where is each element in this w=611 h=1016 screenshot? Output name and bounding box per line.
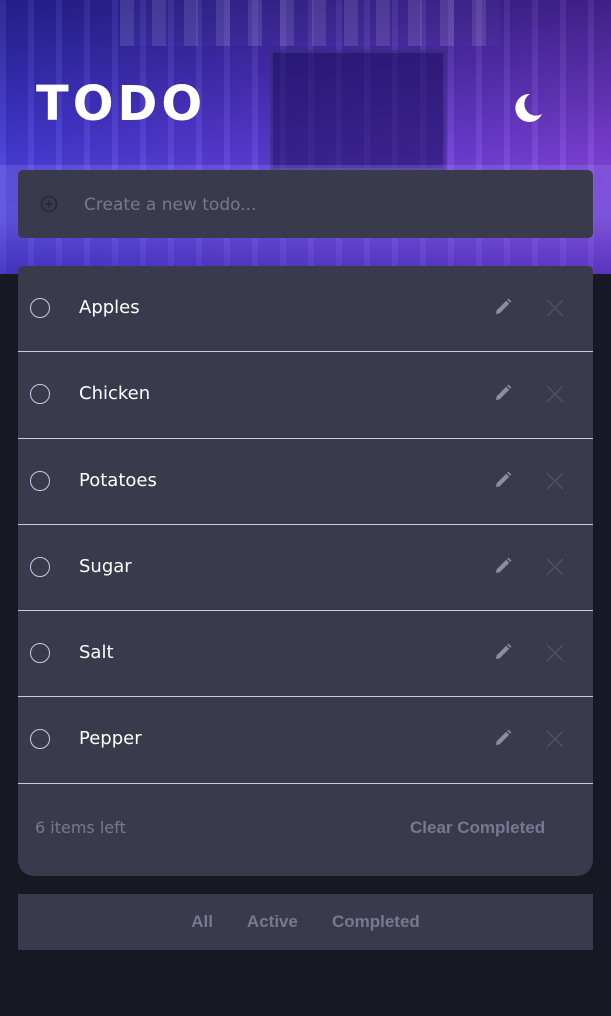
todo-label: Salt <box>79 642 114 664</box>
new-todo-input[interactable] <box>82 184 566 226</box>
add-circle-icon[interactable] <box>40 195 58 213</box>
pencil-icon[interactable] <box>493 297 513 317</box>
filter-all-button[interactable]: All <box>191 912 213 932</box>
close-icon[interactable] <box>545 384 565 404</box>
close-icon[interactable] <box>545 643 565 663</box>
header-image-doorway <box>270 50 446 171</box>
check-circle-icon[interactable] <box>30 298 50 318</box>
check-circle-icon[interactable] <box>30 729 50 750</box>
todo-label: Potatoes <box>79 469 157 491</box>
filter-active-button[interactable]: Active <box>247 912 298 932</box>
items-left-counter: 6 items left <box>35 818 126 837</box>
todo-item: Sugar <box>18 525 593 612</box>
pencil-icon[interactable] <box>493 556 513 576</box>
todo-item: Potatoes <box>18 439 593 525</box>
check-circle-icon[interactable] <box>30 384 50 405</box>
close-icon[interactable] <box>545 729 565 749</box>
todo-item: Pepper <box>18 697 593 784</box>
page-title: TODO <box>36 76 207 132</box>
todo-label: Chicken <box>79 383 151 405</box>
header-image-ceiling <box>120 0 500 46</box>
pencil-icon[interactable] <box>493 470 513 490</box>
pencil-icon[interactable] <box>493 383 513 403</box>
list-footer: 6 items left Clear Completed <box>18 784 593 876</box>
check-circle-icon[interactable] <box>30 556 50 577</box>
close-icon[interactable] <box>545 471 565 491</box>
clear-completed-button[interactable]: Clear Completed <box>410 814 570 842</box>
theme-toggle-button[interactable] <box>508 88 548 128</box>
filter-bar: All Active Completed <box>18 894 593 950</box>
filter-completed-button[interactable]: Completed <box>332 912 420 932</box>
todo-label: Apples <box>79 297 140 318</box>
check-circle-icon[interactable] <box>30 470 50 491</box>
pencil-icon[interactable] <box>493 642 513 662</box>
close-icon[interactable] <box>545 557 565 577</box>
todo-item: Salt <box>18 611 593 698</box>
close-icon[interactable] <box>545 298 565 318</box>
new-todo-form <box>18 170 593 238</box>
todo-label: Pepper <box>79 728 142 750</box>
check-circle-icon[interactable] <box>30 643 50 664</box>
todo-label: Sugar <box>79 555 132 577</box>
moon-icon <box>515 93 542 122</box>
pencil-icon[interactable] <box>493 728 513 748</box>
todo-list: Apples Chicken Potatoes Sugar Salt Peppe… <box>18 266 593 876</box>
todo-item: Chicken <box>18 352 593 439</box>
todo-item: Apples <box>18 266 593 353</box>
